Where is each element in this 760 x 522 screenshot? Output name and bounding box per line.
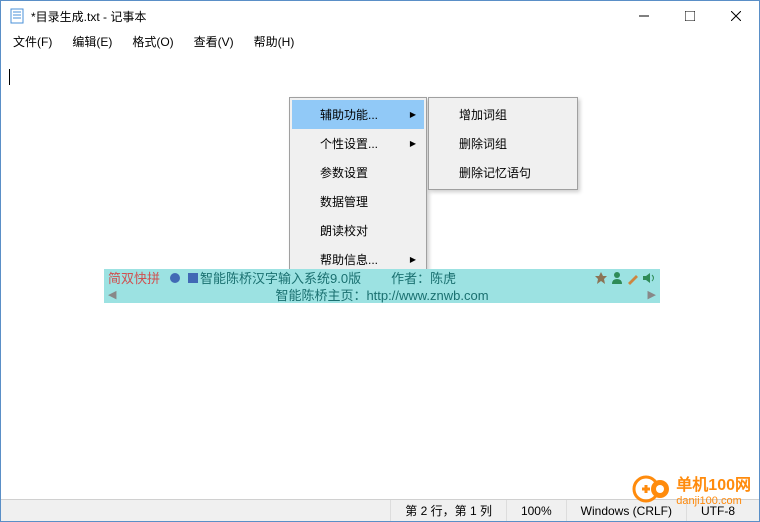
ime-toolbar-icons bbox=[594, 271, 656, 285]
ime-row-2: ◀ 智能陈桥主页：http://www.znwb.com ▶ bbox=[104, 286, 660, 303]
menu-add-label: 增加词组 bbox=[459, 106, 507, 123]
status-eol: Windows (CRLF) bbox=[566, 500, 686, 521]
maximize-button[interactable] bbox=[667, 1, 713, 31]
menubar: 文件(F) 编辑(E) 格式(O) 查看(V) 帮助(H) bbox=[1, 31, 759, 51]
ime-submenu-aux: 增加词组 删除词组 删除记忆语句 bbox=[428, 97, 578, 190]
status-position: 第 2 行，第 1 列 bbox=[390, 500, 506, 521]
star-icon[interactable] bbox=[594, 271, 608, 285]
minimize-button[interactable] bbox=[621, 1, 667, 31]
ime-status-bar[interactable]: 简双快拼 智能陈桥汉字输入系统9.0版 作者：陈虎 ◀ 智能陈桥主页：http:… bbox=[104, 269, 660, 303]
notepad-icon bbox=[9, 8, 25, 24]
menu-file[interactable]: 文件(F) bbox=[5, 31, 60, 52]
window-controls bbox=[621, 1, 759, 31]
titlebar: *目录生成.txt - 记事本 bbox=[1, 1, 759, 31]
menu-params-label: 参数设置 bbox=[320, 164, 368, 181]
menu-personal-settings[interactable]: 个性设置... ▶ bbox=[292, 129, 424, 158]
menu-view[interactable]: 查看(V) bbox=[186, 31, 242, 52]
menu-read-label: 朗读校对 bbox=[320, 222, 368, 239]
menu-read-proof[interactable]: 朗读校对 bbox=[292, 216, 424, 245]
chevron-right-icon: ▶ bbox=[410, 255, 416, 264]
ime-indicator-circle-icon[interactable] bbox=[170, 273, 180, 283]
ime-row-1: 简双快拼 智能陈桥汉字输入系统9.0版 作者：陈虎 bbox=[104, 269, 660, 286]
menu-delete-memory[interactable]: 删除记忆语句 bbox=[431, 158, 575, 187]
chevron-right-icon: ▶ bbox=[410, 139, 416, 148]
ime-mode-name[interactable]: 简双快拼 bbox=[108, 268, 160, 287]
statusbar: 第 2 行，第 1 列 100% Windows (CRLF) UTF-8 bbox=[1, 499, 759, 521]
menu-personal-label: 个性设置... bbox=[320, 135, 378, 152]
menu-add-phrase[interactable]: 增加词组 bbox=[431, 100, 575, 129]
menu-del-label: 删除词组 bbox=[459, 135, 507, 152]
status-zoom: 100% bbox=[506, 500, 566, 521]
menu-params[interactable]: 参数设置 bbox=[292, 158, 424, 187]
ime-indicator-square-icon[interactable] bbox=[188, 273, 198, 283]
pencil-icon[interactable] bbox=[626, 271, 640, 285]
chevron-left-icon[interactable]: ◀ bbox=[108, 288, 116, 301]
speaker-icon[interactable] bbox=[642, 271, 656, 285]
menu-aux-functions[interactable]: 辅助功能... ▶ bbox=[292, 100, 424, 129]
menu-edit[interactable]: 编辑(E) bbox=[64, 31, 120, 52]
window-title: *目录生成.txt - 记事本 bbox=[31, 8, 621, 25]
ime-context-menu: 辅助功能... ▶ 个性设置... ▶ 参数设置 数据管理 朗读校对 帮助信息...… bbox=[289, 97, 427, 277]
menu-data-label: 数据管理 bbox=[320, 193, 368, 210]
ime-homepage-link[interactable]: 智能陈桥主页：http://www.znwb.com bbox=[275, 285, 488, 304]
text-cursor bbox=[9, 69, 10, 85]
status-encoding: UTF-8 bbox=[686, 500, 749, 521]
menu-aux-label: 辅助功能... bbox=[320, 106, 378, 123]
menu-delete-phrase[interactable]: 删除词组 bbox=[431, 129, 575, 158]
menu-data-mgmt[interactable]: 数据管理 bbox=[292, 187, 424, 216]
menu-delmem-label: 删除记忆语句 bbox=[459, 164, 531, 181]
menu-format[interactable]: 格式(O) bbox=[124, 31, 181, 52]
chevron-right-icon: ▶ bbox=[410, 110, 416, 119]
person-icon[interactable] bbox=[610, 271, 624, 285]
menu-help[interactable]: 帮助(H) bbox=[246, 31, 303, 52]
chevron-right-icon[interactable]: ▶ bbox=[648, 288, 656, 301]
close-button[interactable] bbox=[713, 1, 759, 31]
menu-helpinfo-label: 帮助信息... bbox=[320, 251, 378, 268]
